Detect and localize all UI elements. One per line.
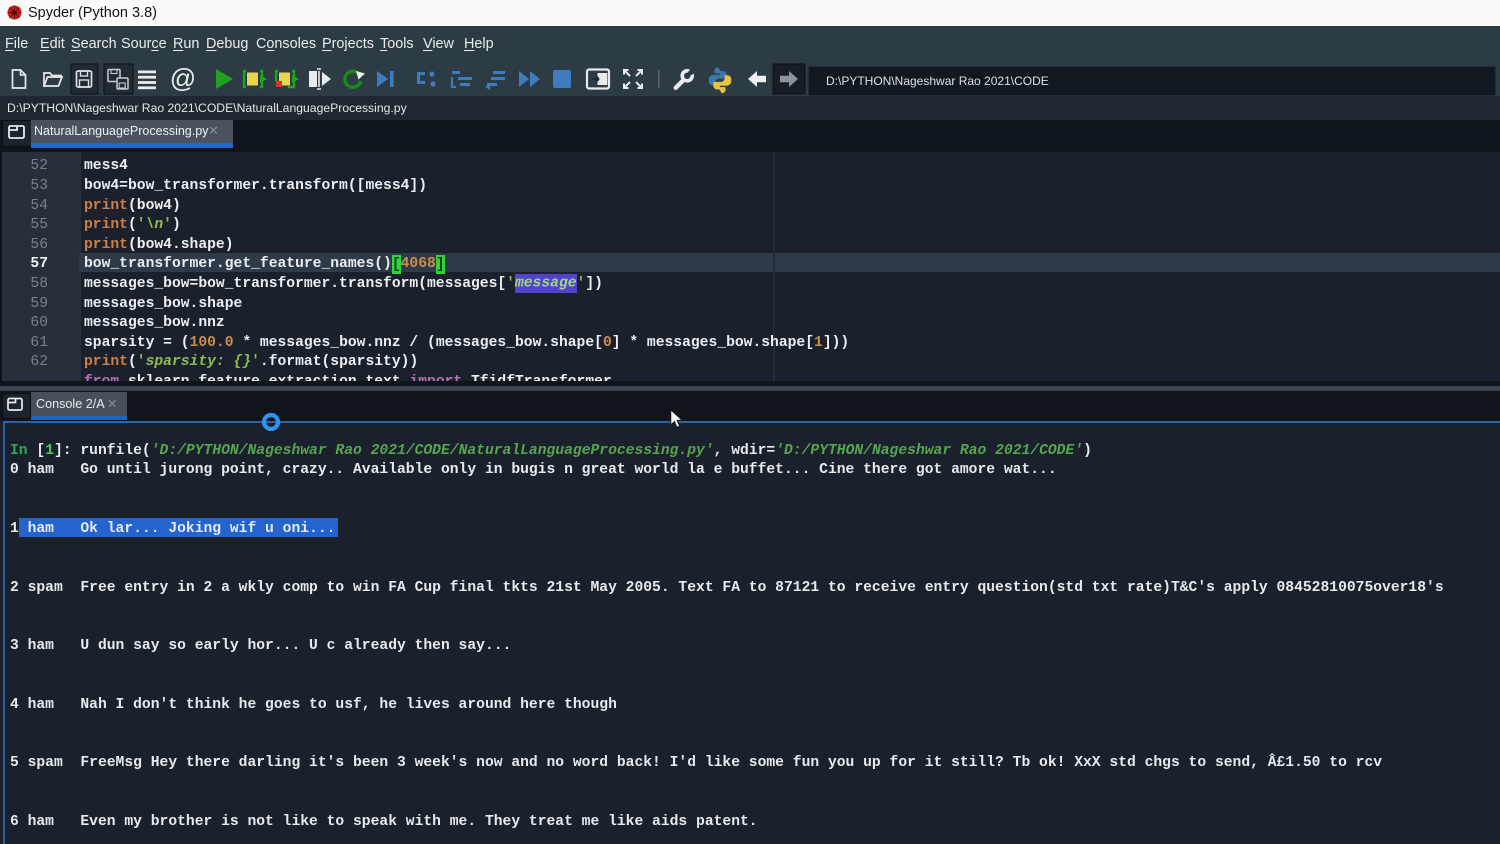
svg-text:@: @ — [170, 63, 196, 93]
